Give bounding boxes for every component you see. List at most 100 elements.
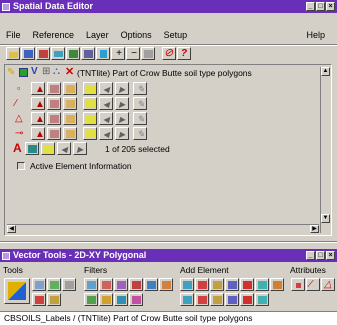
vt-maximize-button[interactable]: □: [316, 251, 325, 260]
line-select-icon[interactable]: ▲: [31, 97, 45, 110]
point-table-icon[interactable]: [47, 82, 61, 95]
menu-help[interactable]: Help: [300, 28, 331, 42]
active-element-checkbox[interactable]: [17, 162, 25, 170]
filter-6-icon[interactable]: [159, 278, 173, 291]
tool-2-icon[interactable]: [47, 278, 61, 291]
filter-7-icon[interactable]: [84, 293, 98, 306]
scroll-right-icon[interactable]: ▶: [310, 225, 319, 233]
raster-icon[interactable]: [66, 47, 80, 60]
polygon-style-icon[interactable]: [63, 112, 77, 125]
maximize-button[interactable]: □: [316, 2, 325, 11]
point-prev-icon[interactable]: ◀: [99, 82, 113, 95]
close-layer-icon[interactable]: ⊘: [162, 47, 176, 60]
node-select-icon[interactable]: ▲: [31, 127, 45, 140]
pencil-icon[interactable]: ✎: [7, 67, 15, 78]
label-next-icon[interactable]: ▶: [73, 142, 87, 155]
attribute-polygon-icon[interactable]: △: [321, 278, 335, 291]
filter-9-icon[interactable]: [114, 293, 128, 306]
view-icon[interactable]: [51, 47, 65, 60]
add-point-icon[interactable]: [180, 278, 194, 291]
save-icon[interactable]: [21, 47, 35, 60]
polygon-clear-icon[interactable]: ✎: [133, 112, 147, 125]
attributes-icon[interactable]: ⛬: [53, 66, 60, 77]
polygon-prev-icon[interactable]: ◀: [99, 112, 113, 125]
filter-icon[interactable]: V: [31, 66, 38, 77]
add-circle-icon[interactable]: [270, 278, 284, 291]
close-button[interactable]: ×: [326, 2, 335, 11]
attribute-point-icon[interactable]: [291, 278, 305, 291]
help-icon[interactable]: ?: [177, 47, 191, 60]
tool-1-icon[interactable]: [32, 278, 46, 291]
filter-8-icon[interactable]: [99, 293, 113, 306]
menu-layer[interactable]: Layer: [80, 28, 115, 42]
layer-vertical-scrollbar[interactable]: ▲ ▼: [320, 67, 330, 233]
node-clear-icon[interactable]: ✎: [133, 127, 147, 140]
vector-tools-menu-icon[interactable]: [2, 251, 10, 260]
menu-setup[interactable]: Setup: [158, 28, 194, 42]
delete-icon[interactable]: ✕: [65, 65, 74, 78]
filter-10-icon[interactable]: [129, 293, 143, 306]
polygon-select-icon[interactable]: ▲: [31, 112, 45, 125]
point-select-icon[interactable]: ▲: [31, 82, 45, 95]
tool-3-icon[interactable]: [62, 278, 76, 291]
node-highlight-icon[interactable]: [83, 127, 97, 140]
color-icon[interactable]: [19, 68, 28, 77]
add-layer-icon[interactable]: [96, 47, 110, 60]
label-highlight-icon[interactable]: [41, 142, 55, 155]
filter-4-icon[interactable]: [129, 278, 143, 291]
tool-4-icon[interactable]: [32, 293, 46, 306]
attribute-line-icon[interactable]: ∕: [306, 278, 320, 291]
filter-2-icon[interactable]: [99, 278, 113, 291]
menu-file[interactable]: File: [0, 28, 27, 42]
tool-5-icon[interactable]: [47, 293, 61, 306]
label-select-icon[interactable]: [25, 142, 39, 155]
scroll-up-icon[interactable]: ▲: [321, 67, 330, 76]
remove-layer-icon[interactable]: +: [111, 47, 125, 60]
polygon-highlight-icon[interactable]: [83, 112, 97, 125]
tree-icon[interactable]: ⊞: [42, 66, 50, 77]
menu-options[interactable]: Options: [115, 28, 158, 42]
properties-icon[interactable]: −: [126, 47, 140, 60]
vt-minimize-button[interactable]: _: [306, 251, 315, 260]
add-element-9-icon[interactable]: [195, 293, 209, 306]
point-style-icon[interactable]: [63, 82, 77, 95]
add-element-12-icon[interactable]: [240, 293, 254, 306]
vector-icon[interactable]: [81, 47, 95, 60]
node-style-icon[interactable]: [63, 127, 77, 140]
zoom-icon[interactable]: [141, 47, 155, 60]
label-prev-icon[interactable]: ◀: [57, 142, 71, 155]
point-clear-icon[interactable]: ✎: [133, 82, 147, 95]
add-rectangle-icon[interactable]: [225, 278, 239, 291]
polygon-next-icon[interactable]: ▶: [115, 112, 129, 125]
node-next-icon[interactable]: ▶: [115, 127, 129, 140]
menu-reference[interactable]: Reference: [27, 28, 81, 42]
line-prev-icon[interactable]: ◀: [99, 97, 113, 110]
edit-tool-icon[interactable]: [4, 278, 30, 304]
filter-3-icon[interactable]: [114, 278, 128, 291]
scroll-down-icon[interactable]: ▼: [321, 214, 330, 223]
open-icon[interactable]: [6, 47, 20, 60]
window-menu-icon[interactable]: [2, 2, 10, 11]
filter-1-icon[interactable]: [84, 278, 98, 291]
line-table-icon[interactable]: [47, 97, 61, 110]
minimize-button[interactable]: _: [306, 2, 315, 11]
layer-horizontal-scrollbar[interactable]: ◀ ▶: [7, 224, 319, 233]
add-line-icon[interactable]: [195, 278, 209, 291]
node-prev-icon[interactable]: ◀: [99, 127, 113, 140]
add-label-icon[interactable]: [240, 278, 254, 291]
layer-manager-icon[interactable]: [36, 47, 50, 60]
point-next-icon[interactable]: ▶: [115, 82, 129, 95]
node-table-icon[interactable]: [47, 127, 61, 140]
line-style-icon[interactable]: [63, 97, 77, 110]
vt-close-button[interactable]: ×: [326, 251, 335, 260]
add-element-13-icon[interactable]: [255, 293, 269, 306]
add-polygon-icon[interactable]: [210, 278, 224, 291]
line-highlight-icon[interactable]: [83, 97, 97, 110]
add-element-10-icon[interactable]: [210, 293, 224, 306]
polygon-table-icon[interactable]: [47, 112, 61, 125]
scroll-left-icon[interactable]: ◀: [7, 225, 16, 233]
add-element-8-icon[interactable]: [180, 293, 194, 306]
filter-5-icon[interactable]: [144, 278, 158, 291]
add-node-icon[interactable]: [255, 278, 269, 291]
line-next-icon[interactable]: ▶: [115, 97, 129, 110]
